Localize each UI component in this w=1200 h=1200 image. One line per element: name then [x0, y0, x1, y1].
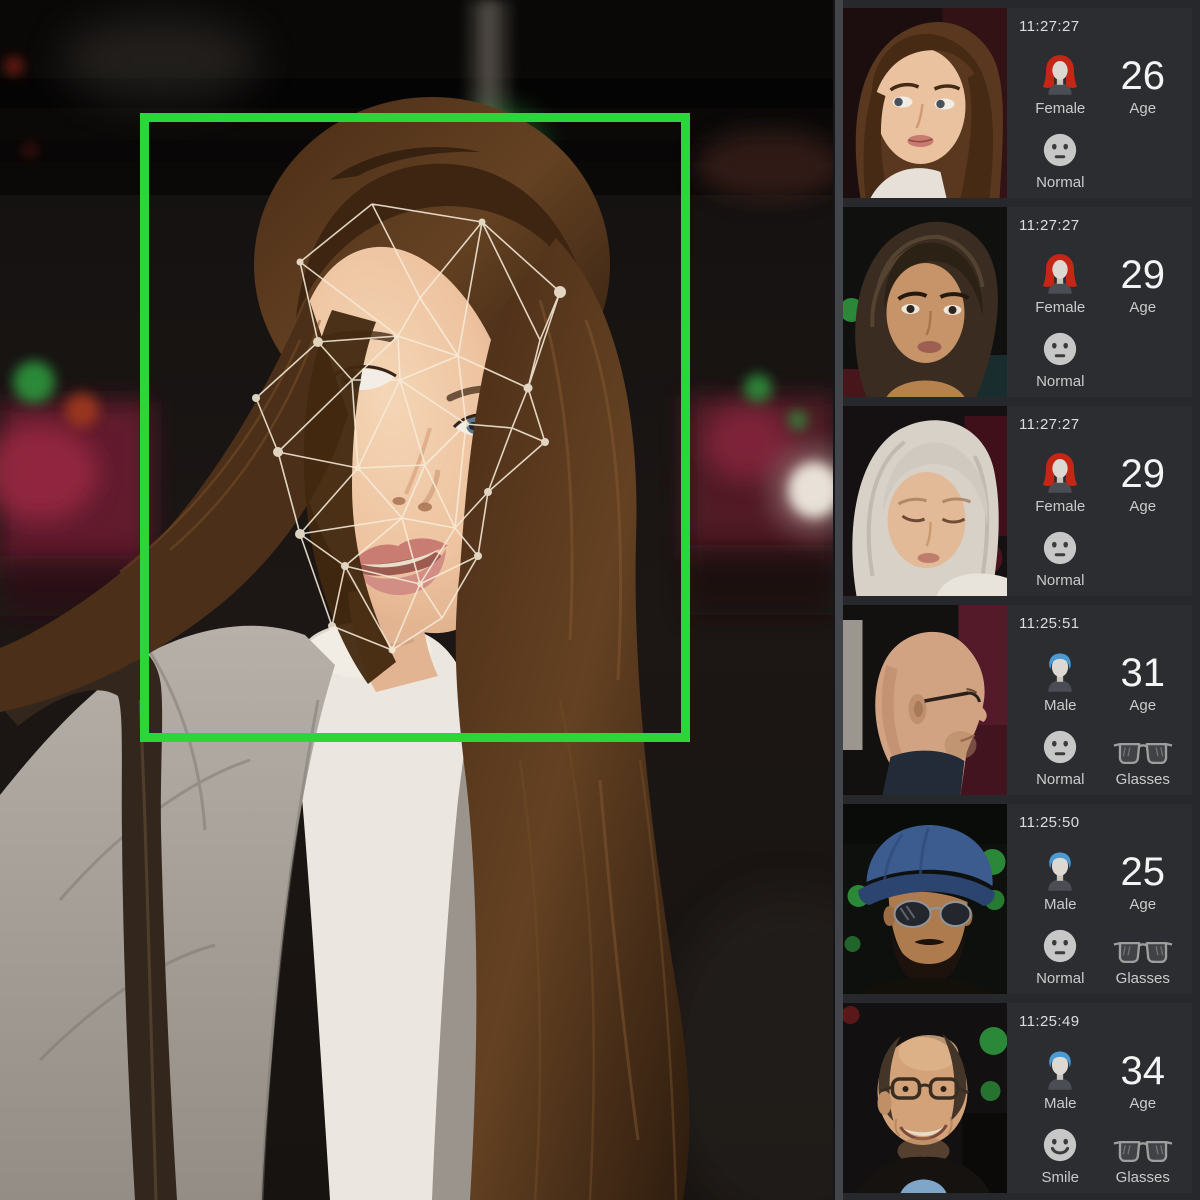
face-thumbnail [843, 1003, 1007, 1193]
gender-label: Female [1035, 100, 1085, 117]
neutral-face-icon [1041, 529, 1079, 567]
smile-face-icon [1041, 1126, 1079, 1164]
age-label: Age [1129, 100, 1156, 117]
expression-label: Normal [1036, 373, 1084, 390]
female-icon [1042, 252, 1078, 294]
gender-label: Male [1044, 1095, 1077, 1112]
detection-timestamp: 11:25:49 [1019, 1013, 1184, 1030]
detection-timestamp: 11:27:27 [1019, 217, 1184, 234]
glasses-label: Glasses [1116, 1169, 1170, 1186]
age-cell: 31 Age [1102, 654, 1185, 716]
attributes-grid: Female 29 Age Normal [1019, 435, 1184, 591]
gender-cell: Female [1019, 53, 1102, 119]
expression-cell: Normal [1019, 131, 1102, 193]
gender-cell: Male [1019, 849, 1102, 915]
detection-info: 11:25:50 Male 25 Age Normal Glasses [1007, 804, 1192, 994]
attributes-grid: Male 34 Age Smile Glasses [1019, 1032, 1184, 1188]
detection-info: 11:27:27 Female 26 Age Normal [1007, 8, 1192, 198]
detection-timestamp: 11:25:50 [1019, 814, 1184, 831]
detection-timestamp: 11:27:27 [1019, 18, 1184, 35]
glasses-icon [1113, 1139, 1173, 1164]
gender-label: Female [1035, 498, 1085, 515]
glasses-icon [1113, 741, 1173, 766]
detection-info: 11:27:27 Female 29 Age Normal [1007, 207, 1192, 397]
expression-label: Normal [1036, 970, 1084, 987]
attributes-grid: Female 26 Age Normal [1019, 37, 1184, 193]
detection-card[interactable]: 11:27:27 Female 29 Age Normal [843, 406, 1192, 596]
age-cell: 34 Age [1102, 1052, 1185, 1114]
camera-frame [0, 0, 833, 1200]
detection-info: 11:27:27 Female 29 Age Normal [1007, 406, 1192, 596]
expression-label: Smile [1041, 1169, 1079, 1186]
expression-label: Normal [1036, 572, 1084, 589]
gender-label: Male [1044, 697, 1077, 714]
age-label: Age [1129, 896, 1156, 913]
expression-cell: Normal [1019, 728, 1102, 790]
detection-info: 11:25:51 Male 31 Age Normal Glasses [1007, 605, 1192, 795]
age-label: Age [1129, 498, 1156, 515]
age-value: 34 [1121, 1052, 1166, 1090]
detection-timestamp: 11:25:51 [1019, 615, 1184, 632]
attributes-grid: Male 25 Age Normal Glasses [1019, 833, 1184, 989]
detection-card[interactable]: 11:25:49 Male 34 Age Smile Glasses [843, 1003, 1192, 1193]
gender-cell: Male [1019, 650, 1102, 716]
face-thumbnail [843, 8, 1007, 198]
expression-cell: Smile [1019, 1126, 1102, 1188]
glasses-cell: Glasses [1102, 741, 1185, 790]
detection-info: 11:25:49 Male 34 Age Smile Glasses [1007, 1003, 1192, 1193]
neutral-face-icon [1041, 927, 1079, 965]
age-label: Age [1129, 1095, 1156, 1112]
gender-cell: Female [1019, 252, 1102, 318]
face-thumbnail [843, 605, 1007, 795]
detection-card[interactable]: 11:25:51 Male 31 Age Normal Glasses [843, 605, 1192, 795]
expression-cell: Normal [1019, 927, 1102, 989]
glasses-cell: Glasses [1102, 940, 1185, 989]
female-icon [1042, 451, 1078, 493]
age-value: 31 [1121, 654, 1166, 692]
age-label: Age [1129, 299, 1156, 316]
expression-cell: Normal [1019, 529, 1102, 591]
expression-label: Normal [1036, 174, 1084, 191]
gender-label: Female [1035, 299, 1085, 316]
expression-label: Normal [1036, 771, 1084, 788]
gender-cell: Male [1019, 1048, 1102, 1114]
detection-card[interactable]: 11:27:27 Female 26 Age Normal [843, 8, 1192, 198]
neutral-face-icon [1041, 131, 1079, 169]
neutral-face-icon [1041, 330, 1079, 368]
detections-panel: 11:27:27 Female 26 Age Normal [843, 0, 1200, 1200]
female-icon [1042, 53, 1078, 95]
app-window: 11:27:27 Female 26 Age Normal [0, 0, 1200, 1200]
age-cell: 25 Age [1102, 853, 1185, 915]
face-thumbnail [843, 207, 1007, 397]
face-thumbnail [843, 406, 1007, 596]
detection-card[interactable]: 11:27:27 Female 29 Age Normal [843, 207, 1192, 397]
attributes-grid: Male 31 Age Normal Glasses [1019, 634, 1184, 790]
age-value: 29 [1121, 455, 1166, 493]
age-value: 25 [1121, 853, 1166, 891]
detection-timestamp: 11:27:27 [1019, 416, 1184, 433]
male-icon [1042, 1048, 1078, 1090]
glasses-icon [1113, 940, 1173, 965]
camera-view [0, 0, 833, 1200]
age-label: Age [1129, 697, 1156, 714]
gender-cell: Female [1019, 451, 1102, 517]
expression-cell: Normal [1019, 330, 1102, 392]
detection-card[interactable]: 11:25:50 Male 25 Age Normal Glasses [843, 804, 1192, 994]
age-cell: 29 Age [1102, 256, 1185, 318]
glasses-label: Glasses [1116, 771, 1170, 788]
glasses-label: Glasses [1116, 970, 1170, 987]
panel-divider [833, 0, 843, 1200]
glasses-cell: Glasses [1102, 1139, 1185, 1188]
age-cell: 26 Age [1102, 57, 1185, 119]
age-value: 26 [1121, 57, 1166, 95]
male-icon [1042, 650, 1078, 692]
gender-label: Male [1044, 896, 1077, 913]
age-cell: 29 Age [1102, 455, 1185, 517]
face-thumbnail [843, 804, 1007, 994]
male-icon [1042, 849, 1078, 891]
neutral-face-icon [1041, 728, 1079, 766]
age-value: 29 [1121, 256, 1166, 294]
attributes-grid: Female 29 Age Normal [1019, 236, 1184, 392]
